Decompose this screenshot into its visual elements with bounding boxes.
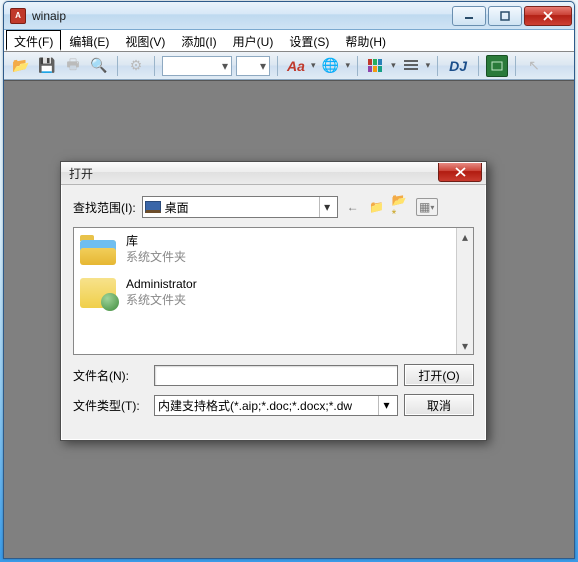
item-name: Administrator — [126, 277, 197, 293]
chevron-down-icon[interactable]: ▾ — [378, 396, 394, 415]
menu-add[interactable]: 添加(I) — [173, 30, 224, 51]
maximize-button[interactable] — [488, 6, 522, 26]
tool-icon[interactable]: ⚙ — [125, 55, 147, 77]
minimize-button[interactable] — [452, 6, 486, 26]
item-type: 系统文件夹 — [126, 250, 186, 266]
toolbar: 📂 💾 🖶 🔍 ⚙ ▾ ▾ Aa ▾ 🌐 ▾ ▾ ▾ DJ ↖ — [4, 52, 574, 80]
app-icon: A — [10, 8, 26, 24]
separator-icon — [515, 56, 516, 76]
separator-icon — [154, 56, 155, 76]
print-icon[interactable]: 🖶 — [62, 55, 84, 77]
separator-icon — [117, 56, 118, 76]
find-icon[interactable]: 🔍 — [88, 55, 110, 77]
filetype-value: 内建支持格式(*.aip;*.doc;*.docx;*.dw — [158, 397, 352, 414]
menu-file[interactable]: 文件(F) — [6, 30, 61, 51]
titlebar: A winaip — [4, 2, 574, 30]
list-item[interactable]: 库 系统文件夹 — [78, 234, 469, 265]
font-style-button[interactable]: Aa — [285, 55, 307, 77]
filename-label: 文件名(N): — [73, 367, 148, 384]
separator-icon — [437, 56, 438, 76]
filename-input[interactable] — [154, 365, 398, 386]
library-icon — [80, 235, 116, 265]
pointer-icon[interactable]: ↖ — [523, 55, 545, 77]
dj-button[interactable]: DJ — [445, 55, 471, 77]
client-area: 打开 查找范围(I): 桌面 ▾ ← 📁 📂* ▦▾ — [4, 80, 574, 558]
up-folder-icon[interactable]: 📁 — [368, 198, 386, 216]
item-name: 库 — [126, 234, 186, 250]
cancel-button[interactable]: 取消 — [404, 394, 474, 416]
separator-icon — [357, 56, 358, 76]
scrollbar[interactable]: ▴ ▾ — [456, 228, 473, 354]
dialog-title: 打开 — [69, 165, 93, 182]
dialog-titlebar: 打开 — [61, 162, 486, 185]
close-button[interactable] — [524, 6, 572, 26]
menu-settings[interactable]: 设置(S) — [281, 30, 337, 51]
dialog-close-button[interactable] — [438, 163, 482, 182]
back-icon[interactable]: ← — [344, 198, 362, 216]
save-icon[interactable]: 💾 — [36, 55, 58, 77]
preview-icon[interactable] — [486, 55, 508, 77]
view-mode-icon[interactable]: ▦▾ — [416, 198, 438, 216]
menu-edit[interactable]: 编辑(E) — [61, 30, 117, 51]
font-size-combo[interactable]: ▾ — [236, 56, 270, 76]
main-window: A winaip 文件(F) 编辑(E) 视图(V) 添加(I) 用户(U) 设… — [3, 1, 575, 559]
look-in-value: 桌面 — [165, 199, 189, 216]
open-icon[interactable]: 📂 — [10, 55, 32, 77]
new-folder-icon[interactable]: 📂* — [392, 198, 410, 216]
scroll-down-icon[interactable]: ▾ — [457, 337, 473, 354]
item-type: 系统文件夹 — [126, 293, 197, 309]
color-palette-icon[interactable] — [365, 55, 387, 77]
filetype-combo[interactable]: 内建支持格式(*.aip;*.doc;*.docx;*.dw ▾ — [154, 395, 398, 416]
menu-user[interactable]: 用户(U) — [225, 30, 282, 51]
look-in-combo[interactable]: 桌面 ▾ — [142, 196, 338, 218]
menu-help[interactable]: 帮助(H) — [337, 30, 394, 51]
desktop-icon — [145, 201, 161, 213]
list-item[interactable]: Administrator 系统文件夹 — [78, 277, 469, 308]
menu-view[interactable]: 视图(V) — [117, 30, 173, 51]
separator-icon — [478, 56, 479, 76]
scroll-up-icon[interactable]: ▴ — [457, 228, 473, 245]
file-list[interactable]: 库 系统文件夹 Administrator 系统文件夹 ▴ ▾ — [73, 227, 474, 355]
open-dialog: 打开 查找范围(I): 桌面 ▾ ← 📁 📂* ▦▾ — [60, 161, 487, 441]
filetype-label: 文件类型(T): — [73, 397, 148, 414]
chevron-down-icon[interactable]: ▾ — [319, 197, 335, 217]
app-title: winaip — [32, 9, 66, 23]
open-button[interactable]: 打开(O) — [404, 364, 474, 386]
menubar: 文件(F) 编辑(E) 视图(V) 添加(I) 用户(U) 设置(S) 帮助(H… — [4, 30, 574, 52]
globe-icon[interactable]: 🌐 — [320, 55, 342, 77]
user-folder-icon — [80, 278, 116, 308]
separator-icon — [277, 56, 278, 76]
font-family-combo[interactable]: ▾ — [162, 56, 232, 76]
look-in-label: 查找范围(I): — [73, 199, 136, 216]
align-icon[interactable] — [400, 55, 422, 77]
